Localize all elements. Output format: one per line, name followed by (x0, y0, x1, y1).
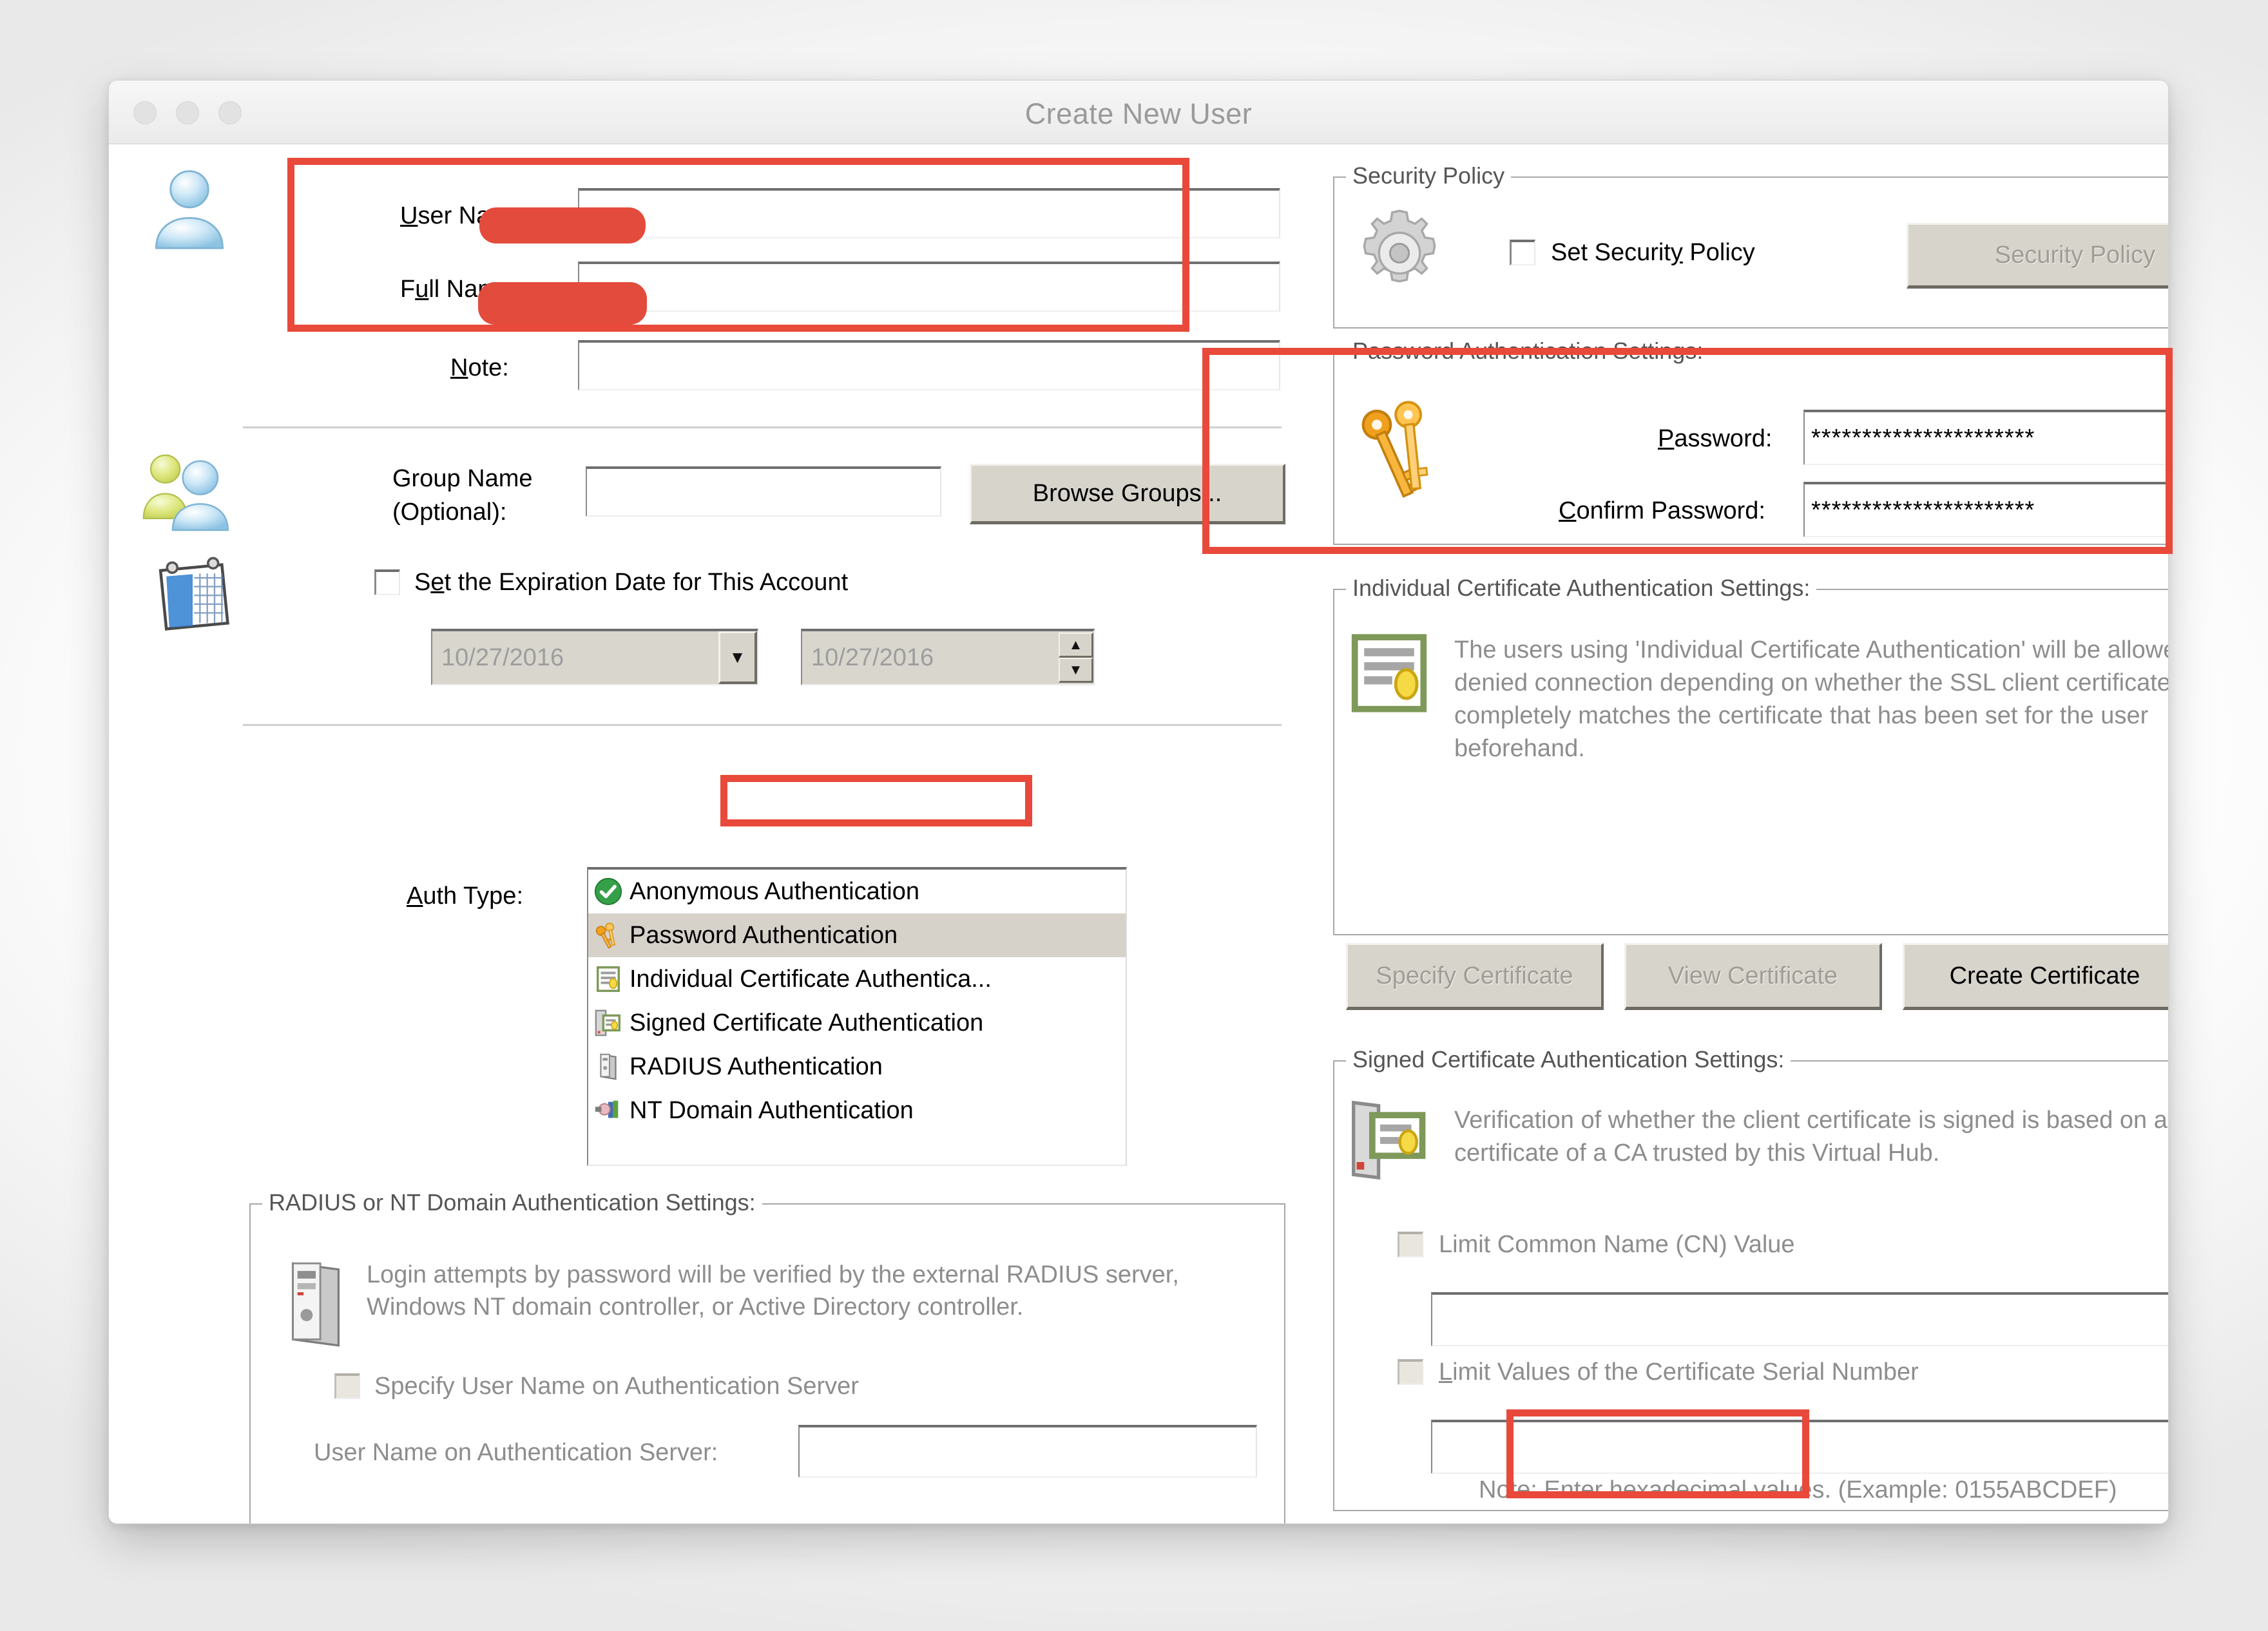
expiration-date-value: 10/27/2016 (432, 644, 718, 672)
window-titlebar: Create New User (109, 81, 2168, 144)
radius-server-icon (278, 1256, 354, 1353)
green-check-icon (593, 877, 623, 906)
left-divider-1 (243, 426, 1282, 428)
limit-serial-checkbox[interactable]: Limit Values of the Certificate Serial N… (1398, 1359, 1919, 1385)
expiration-date-checkbox[interactable]: Set the Expiration Date for This Account (374, 569, 848, 595)
create-new-user-window: Create New User User Name: Full Name: No… (108, 80, 2169, 1524)
limit-cn-checkbox-label: Limit Common Name (CN) Value (1439, 1232, 1795, 1257)
confirm-password-input[interactable]: ********************** (1803, 482, 2169, 537)
specify-user-name-checkbox-box[interactable] (334, 1373, 360, 1399)
auth-type-option-password[interactable]: Password Authentication (588, 913, 1126, 957)
user-name-redaction (479, 207, 646, 243)
auth-type-option-radius[interactable]: RADIUS Authentication (588, 1045, 1126, 1089)
left-divider-2 (243, 724, 1282, 726)
spinner-buttons[interactable]: ▲ ▼ (1059, 633, 1093, 683)
full-name-input[interactable] (578, 262, 1280, 312)
user-icon (141, 164, 238, 260)
set-security-policy-checkbox-label: Set Security Policy (1551, 240, 1755, 265)
user-name-input[interactable] (578, 188, 1280, 238)
browse-groups-button[interactable]: Browse Groups... (970, 464, 1285, 524)
spinner-up-icon[interactable]: ▲ (1059, 633, 1093, 658)
expiration-date-field[interactable]: 10/27/2016 ▼ (431, 629, 758, 685)
note-input[interactable] (578, 340, 1280, 390)
auth-type-option-nt-domain[interactable]: NT Domain Authentication (588, 1089, 1126, 1132)
password-input[interactable]: ********************** (1803, 410, 2169, 465)
gear-icon (1352, 206, 1446, 300)
expiration-date-checkbox-label: Set the Expiration Date for This Account (414, 570, 848, 595)
auth-type-label: Auth Type: (407, 884, 523, 908)
specify-certificate-button[interactable]: Specify Certificate (1346, 943, 1604, 1010)
individual-certificate-icon (1349, 631, 1430, 715)
limit-cn-checkbox[interactable]: Limit Common Name (CN) Value (1398, 1232, 1795, 1257)
auth-type-option-label: Password Authentication (629, 922, 898, 949)
limit-serial-input[interactable] (1431, 1420, 2169, 1474)
set-security-policy-checkbox[interactable]: Set Security Policy (1510, 240, 1755, 265)
full-name-redaction (478, 282, 647, 325)
auth-type-option-label: NT Domain Authentication (629, 1097, 914, 1125)
signed-certificate-group-title: Signed Certificate Authentication Settin… (1346, 1046, 1791, 1073)
radius-settings-group-title: RADIUS or NT Domain Authentication Setti… (262, 1189, 762, 1216)
specify-user-name-checkbox-label: Specify User Name on Authentication Serv… (374, 1374, 859, 1398)
group-users-icon (139, 446, 242, 536)
auth-type-option-individual-certificate[interactable]: Individual Certificate Authentica... (588, 957, 1126, 1001)
group-name-label-line2: (Optional): (392, 500, 506, 524)
signed-certificate-icon (593, 1008, 623, 1038)
limit-serial-checkbox-label: Limit Values of the Certificate Serial N… (1439, 1360, 1919, 1384)
limit-serial-checkbox-box[interactable] (1398, 1359, 1423, 1385)
signed-certificate-server-icon (1347, 1096, 1435, 1184)
set-security-policy-checkbox-box[interactable] (1510, 240, 1535, 265)
user-name-on-server-label: User Name on Authentication Server: (314, 1440, 718, 1465)
expiration-date-checkbox-box[interactable] (374, 569, 400, 595)
radius-description: Login attempts by password will be verif… (367, 1259, 1249, 1323)
specify-user-name-checkbox[interactable]: Specify User Name on Authentication Serv… (334, 1373, 859, 1399)
hex-note: Note: Enter hexadecimal values. (Example… (1479, 1478, 2117, 1502)
limit-cn-checkbox-box[interactable] (1398, 1232, 1423, 1257)
certificate-icon (593, 964, 623, 994)
note-label: Note: (450, 356, 509, 380)
expiration-time-field[interactable]: 10/27/2016 ▲ ▼ (801, 629, 1095, 685)
server-icon (593, 1052, 623, 1082)
limit-cn-input[interactable] (1431, 1292, 2169, 1346)
keys-icon (593, 920, 623, 950)
auth-type-option-label: Anonymous Authentication (629, 878, 919, 906)
auth-type-option-signed-certificate[interactable]: Signed Certificate Authentication (588, 1001, 1126, 1045)
spinner-down-icon[interactable]: ▼ (1059, 658, 1093, 683)
auth-type-option-label: Signed Certificate Authentication (629, 1009, 983, 1037)
signed-certificate-description: Verification of whether the client certi… (1454, 1104, 2169, 1170)
password-label: Password: (1658, 426, 1772, 451)
auth-type-option-label: RADIUS Authentication (629, 1053, 883, 1081)
group-name-label-line1: Group Name (392, 466, 533, 491)
window-title: Create New User (109, 97, 2168, 131)
dialog-client-area: User Name: Full Name: Note: Group Name (… (109, 144, 2168, 1523)
group-name-input[interactable] (586, 466, 941, 517)
view-certificate-button[interactable]: View Certificate (1624, 943, 1882, 1010)
individual-certificate-description: The users using 'Individual Certificate … (1454, 634, 2169, 765)
password-keys-icon (1358, 397, 1452, 510)
individual-certificate-group-title: Individual Certificate Authentication Se… (1346, 575, 1816, 602)
password-authentication-group-title: Password Authentication Settings: (1346, 338, 1709, 365)
auth-type-option-label: Individual Certificate Authentica... (629, 966, 992, 993)
security-policy-button[interactable]: Security Policy (1907, 223, 2169, 289)
user-name-on-server-input[interactable] (798, 1425, 1257, 1478)
auth-type-option-anonymous[interactable]: Anonymous Authentication (588, 870, 1126, 913)
calendar-icon (149, 553, 236, 635)
nt-domain-icon (593, 1096, 623, 1125)
auth-type-listbox[interactable]: Anonymous Authentication Password Authen… (587, 867, 1127, 1166)
confirm-password-label: Confirm Password: (1559, 499, 1765, 523)
create-certificate-button[interactable]: Create Certificate (1903, 943, 2169, 1010)
security-policy-group-title: Security Policy (1346, 162, 1511, 189)
expiration-time-value: 10/27/2016 (802, 644, 1059, 672)
chevron-down-icon[interactable]: ▼ (718, 631, 757, 684)
